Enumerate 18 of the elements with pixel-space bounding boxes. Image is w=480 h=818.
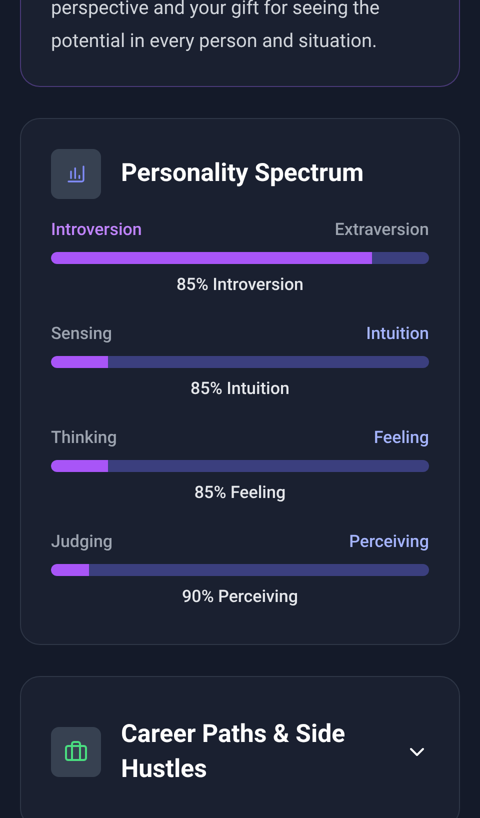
trait-label: Intuition [366, 323, 429, 346]
trait-label: Extraversion [334, 219, 429, 242]
trait-label: Judging [51, 531, 113, 554]
trait-label: Perceiving [349, 531, 429, 554]
trait-result: 85% Feeling [194, 482, 286, 505]
trait-result: 85% Intuition [190, 378, 290, 401]
trait-label: Feeling [374, 427, 429, 450]
briefcase-icon [64, 740, 88, 764]
trait-label: Sensing [51, 323, 112, 346]
summary-text: potential in every person and situation. [51, 28, 378, 54]
bar-chart-icon [66, 164, 86, 184]
career-card[interactable]: Career Paths & Side Hustles [20, 676, 460, 818]
trait-label: Thinking [51, 427, 117, 450]
card-title: Personality Spectrum [121, 158, 364, 190]
trait-result: 85% Introversion [176, 274, 304, 297]
card-title: Career Paths & Side Hustles [121, 719, 346, 786]
trait-label: Introversion [51, 219, 142, 242]
trait-result: 90% Perceiving [182, 586, 298, 609]
